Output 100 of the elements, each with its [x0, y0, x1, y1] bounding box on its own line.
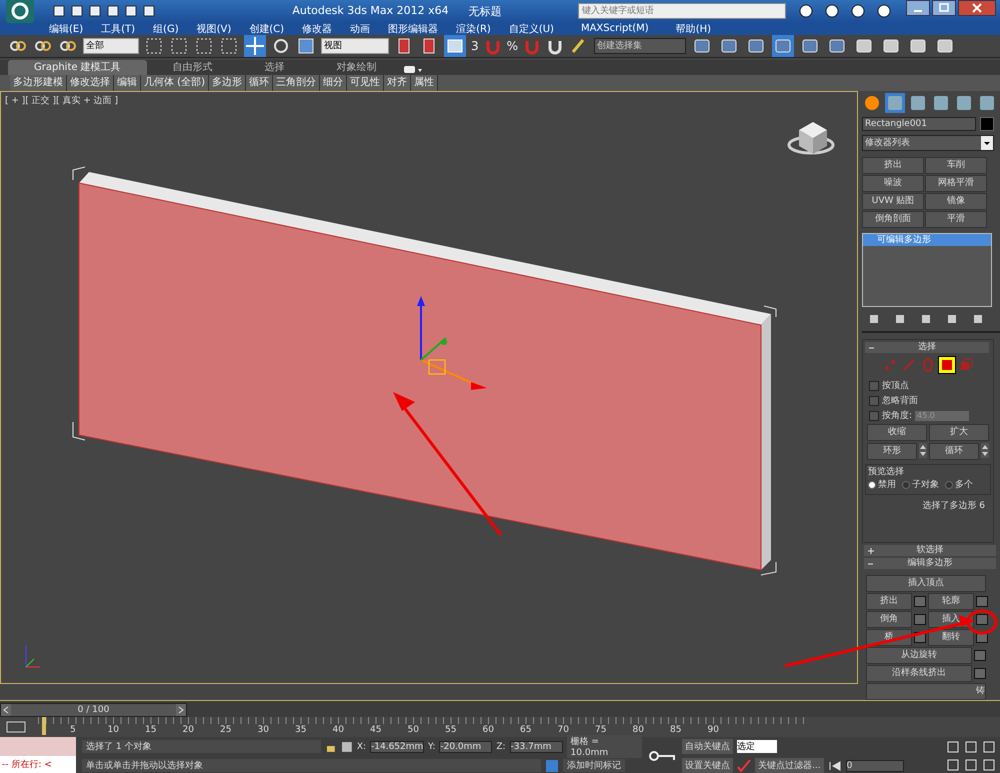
- viewcube-drawing[interactable]: [788, 122, 834, 154]
- set-key-button[interactable]: 设置关键点: [682, 758, 733, 773]
- viewport-label[interactable]: [ + ][ 正交 ][ 真实 + 边面 ]: [5, 94, 118, 107]
- viewport[interactable]: [ + ][ 正交 ][ 真实 + 边面 ]: [0, 91, 858, 684]
- modifier-button[interactable]: 平滑: [925, 211, 987, 228]
- add-time-tag-button[interactable]: 添加时间标记: [563, 759, 625, 772]
- settings-button[interactable]: [914, 614, 926, 625]
- maximize-button[interactable]: [932, 0, 956, 16]
- ribbon-tab[interactable]: 选择: [238, 60, 311, 75]
- expand-icon[interactable]: [867, 547, 875, 555]
- menu-item[interactable]: 工具(T): [92, 22, 144, 36]
- tool-button[interactable]: 铸: [866, 683, 986, 700]
- ribbon-panel-tab[interactable]: 多边形: [208, 75, 246, 91]
- transform-gizmo[interactable]: [417, 296, 487, 390]
- menu-item[interactable]: 帮助(H): [666, 22, 720, 36]
- modifier-button[interactable]: 车削: [925, 157, 987, 174]
- object-name-field[interactable]: Rectangle001: [862, 117, 976, 131]
- insert-vertex-button[interactable]: 插入顶点: [866, 575, 986, 592]
- menu-item[interactable]: 视图(V): [188, 22, 240, 36]
- y-coordinate-field[interactable]: -20.0mm: [439, 740, 492, 752]
- radio-option[interactable]: 多个: [945, 478, 973, 491]
- modifier-button[interactable]: 倒角剖面: [862, 211, 924, 228]
- polygon-mode-icon[interactable]: [939, 357, 955, 373]
- ribbon-panel-tab[interactable]: 几何体 (全部): [141, 75, 209, 91]
- ribbon-panel-tab[interactable]: 循环: [246, 75, 273, 91]
- ribbon-panel-tab[interactable]: 修改选择: [67, 75, 114, 91]
- rollout-header[interactable]: 软选择: [916, 545, 944, 555]
- ribbon-tab[interactable]: 对象绘制: [310, 60, 403, 75]
- time-tag-icon[interactable]: [545, 758, 559, 772]
- settings-button[interactable]: [976, 614, 988, 625]
- key-icon[interactable]: [648, 749, 676, 763]
- modifier-button[interactable]: 噪波: [862, 175, 924, 192]
- ribbon-panel-tab[interactable]: 编辑: [114, 75, 141, 91]
- rollout-header[interactable]: 选择: [918, 342, 936, 352]
- x-coordinate-field[interactable]: -14.652mm: [370, 740, 424, 752]
- modifier-list-dropdown[interactable]: 修改器列表: [862, 135, 994, 151]
- next-frame-icon[interactable]: [176, 704, 186, 716]
- menu-item[interactable]: 编辑(E): [40, 22, 92, 36]
- checkbox[interactable]: [869, 396, 879, 406]
- settings-button[interactable]: [976, 596, 988, 607]
- checkbox[interactable]: [869, 380, 879, 390]
- tool-button[interactable]: 翻转: [928, 629, 974, 646]
- time-slider-thumb[interactable]: 0 / 100: [0, 703, 187, 717]
- menu-item[interactable]: MAXScript(M): [562, 23, 667, 34]
- tool-button[interactable]: 沿样条线挤出: [866, 665, 972, 682]
- selection-button[interactable]: 环形: [867, 443, 917, 460]
- coordinate-system-dropdown[interactable]: 视图: [321, 38, 389, 54]
- radio-option[interactable]: 子对象: [902, 478, 939, 491]
- tool-button[interactable]: 从边旋转: [866, 647, 972, 664]
- key-filters-button[interactable]: 关键点过滤器...: [755, 758, 824, 773]
- ribbon-tab[interactable]: 自由形式: [146, 60, 239, 75]
- script-listener-output[interactable]: -- 所在行: <: [0, 756, 76, 773]
- selection-filter-dropdown[interactable]: 全部: [83, 38, 139, 54]
- move-icon[interactable]: [244, 35, 266, 57]
- ribbon-panel-tab[interactable]: 细分: [320, 75, 347, 91]
- menu-item[interactable]: 动画: [341, 22, 380, 36]
- stack-item[interactable]: 可编辑多边形: [863, 234, 991, 246]
- rotate-icon[interactable]: [271, 36, 291, 56]
- percent-snap-toggle[interactable]: %: [506, 39, 518, 53]
- sun-icon[interactable]: [862, 93, 882, 113]
- checkbox[interactable]: [869, 410, 879, 420]
- selection-button[interactable]: 循环: [929, 443, 979, 460]
- auto-key-button[interactable]: 自动关键点: [682, 739, 733, 754]
- settings-button[interactable]: [974, 668, 986, 679]
- menu-item[interactable]: 创建(C): [240, 22, 294, 36]
- modifier-stack[interactable]: 可编辑多边形: [862, 233, 992, 307]
- named-selection-dropdown[interactable]: 创建选择集: [594, 38, 686, 54]
- tool-button[interactable]: 挤出: [866, 593, 912, 610]
- ribbon-panel-tab[interactable]: 可见性: [346, 75, 384, 91]
- ribbon-panel-tab[interactable]: 对齐: [384, 75, 411, 91]
- ribbon-panel-tab[interactable]: 属性: [410, 75, 438, 91]
- modifier-button[interactable]: 镜像: [925, 193, 987, 210]
- ribbon-panel-tab[interactable]: 三角剖分: [272, 75, 320, 91]
- tool-button[interactable]: 轮廓: [928, 593, 974, 610]
- goto-start-icon[interactable]: [828, 760, 842, 770]
- modifier-button[interactable]: 网格平滑: [925, 175, 987, 192]
- key-mode-dropdown[interactable]: 选定: [737, 740, 777, 753]
- selection-button[interactable]: 扩大: [929, 424, 989, 441]
- key-tangent-icon[interactable]: [737, 758, 751, 772]
- color-swatch[interactable]: [980, 117, 994, 131]
- menu-item[interactable]: 修改器: [293, 22, 342, 36]
- ribbon-options-icon[interactable]: [402, 65, 423, 75]
- settings-button[interactable]: [914, 596, 926, 607]
- spinner-arrows-icon[interactable]: [919, 443, 927, 458]
- tool-button[interactable]: 倒角: [866, 611, 912, 628]
- selection-button[interactable]: 收缩: [867, 424, 927, 441]
- menu-item[interactable]: 组(G): [144, 22, 188, 36]
- settings-button[interactable]: [974, 650, 986, 661]
- modifier-button[interactable]: 挤出: [862, 157, 924, 174]
- script-listener-field[interactable]: [0, 737, 76, 756]
- ribbon-panel-tab[interactable]: 多边形建模: [10, 75, 67, 91]
- scale-icon[interactable]: [296, 36, 316, 56]
- menu-item[interactable]: 渲染(R): [447, 22, 500, 36]
- z-coordinate-field[interactable]: -33.7mm: [510, 740, 563, 752]
- modifier-button[interactable]: UVW 贴图: [862, 193, 924, 210]
- menu-item[interactable]: 自定义(U): [500, 22, 563, 36]
- search-field[interactable]: 键入关键字或短语: [578, 3, 786, 19]
- snap-toggle[interactable]: 3: [471, 39, 479, 53]
- ribbon-tab[interactable]: Graphite 建模工具: [8, 60, 147, 75]
- previous-frame-icon[interactable]: [1, 704, 11, 716]
